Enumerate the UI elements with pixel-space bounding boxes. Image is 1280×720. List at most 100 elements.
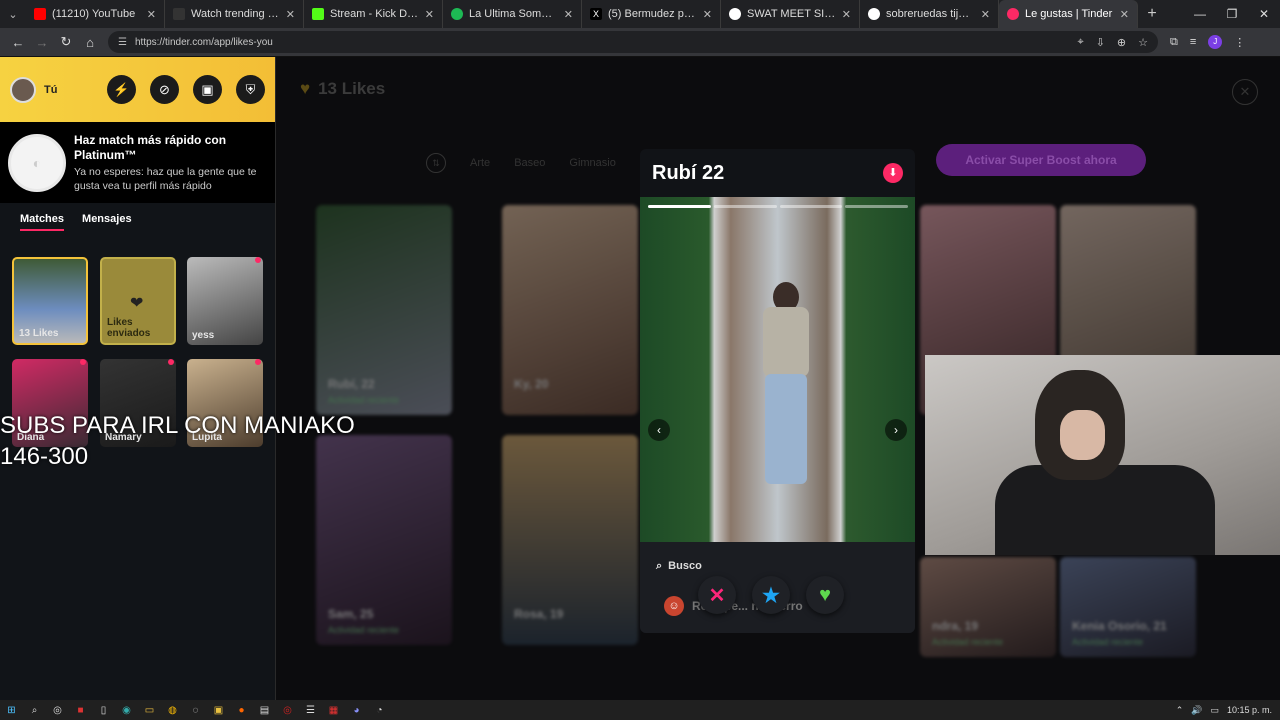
back-icon[interactable]: ←: [6, 35, 30, 50]
site-info-icon[interactable]: ☰: [118, 37, 127, 48]
menu-icon[interactable]: ⋮: [1234, 36, 1245, 49]
app-icon[interactable]: ◎: [276, 700, 299, 720]
chevron-up-icon[interactable]: ⌃: [1176, 705, 1184, 716]
app-icon[interactable]: ☰: [299, 700, 322, 720]
unread-dot: [168, 359, 174, 365]
like-card[interactable]: Rosa, 19: [502, 435, 638, 645]
home-icon[interactable]: ⌂: [78, 35, 102, 50]
firefox-icon[interactable]: ●: [230, 700, 253, 720]
obs-icon[interactable]: ◌: [184, 700, 207, 720]
discord-icon[interactable]: ◕: [345, 700, 368, 720]
extensions-icon[interactable]: ⧉: [1170, 36, 1178, 49]
boost-icon[interactable]: ⚡: [107, 75, 136, 104]
nope-button[interactable]: ✕: [698, 576, 736, 614]
tile-label: Likes enviados: [107, 317, 151, 339]
app-icon[interactable]: ▤: [253, 700, 276, 720]
tab-x[interactable]: X (5) Bermudez premium / ✕: [582, 0, 721, 28]
location-icon[interactable]: ⌖: [1077, 36, 1083, 49]
app-icon[interactable]: ■: [69, 700, 92, 720]
platinum-promo[interactable]: ◐ Haz match más rápido con Platinum™ Ya …: [0, 122, 275, 203]
close-icon[interactable]: ✕: [703, 8, 712, 21]
zoom-icon[interactable]: ⊕: [1117, 36, 1126, 49]
avatar[interactable]: [10, 76, 36, 103]
tab-matches[interactable]: Matches: [20, 213, 65, 231]
profile-photo[interactable]: ‹ ›: [640, 197, 915, 542]
like-card[interactable]: ndra, 19 Actividad reciente: [920, 557, 1056, 657]
shield-icon[interactable]: ⛨: [236, 75, 265, 104]
reload-icon[interactable]: ↻: [54, 34, 78, 50]
close-icon[interactable]: ✕: [1120, 8, 1129, 21]
next-photo-icon[interactable]: ›: [885, 419, 907, 441]
briefcase-icon[interactable]: ▣: [193, 75, 222, 104]
maximize-icon[interactable]: ❐: [1216, 0, 1248, 28]
card-name: Sam, 25: [328, 607, 374, 621]
url-input[interactable]: ☰ https://tinder.com/app/likes-you ⌖ ⇩ ⊕…: [108, 31, 1158, 53]
extensions-area: ⧉ ≡ J ⋮: [1170, 35, 1245, 49]
tab-kick[interactable]: Stream - Kick Dashboard ✕: [304, 0, 443, 28]
steam-icon[interactable]: ◎: [46, 700, 69, 720]
card-status: Actividad reciente: [932, 637, 1004, 647]
close-icon[interactable]: ✕: [147, 8, 156, 21]
tab-search-icon[interactable]: ⌄: [0, 0, 26, 28]
filter-chip[interactable]: Baseo: [514, 157, 545, 169]
close-icon[interactable]: ✕: [286, 8, 295, 21]
install-icon[interactable]: ⇩: [1096, 36, 1105, 49]
filter-icon[interactable]: ⇅: [426, 153, 446, 173]
folder-icon[interactable]: ▭: [138, 700, 161, 720]
chrome-icon[interactable]: ◍: [161, 700, 184, 720]
forward-icon[interactable]: →: [30, 35, 54, 50]
tab-google-sobreruedas[interactable]: sobreruedas tijuana - Bus ✕: [860, 0, 999, 28]
bookmark-star-icon[interactable]: ☆: [1138, 36, 1148, 49]
taskbar: ⊞ ⌕ ◎ ■ ▯ ◉ ▭ ◍ ◌ ▣ ● ▤ ◎ ☰ ▦ ◕ ◔ ⌃ 🔊 ▭ …: [0, 700, 1280, 720]
super-like-button[interactable]: ★: [752, 576, 790, 614]
likes-tile[interactable]: 13 Likes: [12, 257, 88, 345]
close-window-icon[interactable]: ✕: [1248, 0, 1280, 28]
edge-icon[interactable]: ◉: [115, 700, 138, 720]
profile-card: Rubí 22 ⬇ ‹ › ⌕ Busco ☺ Re..., pe... no …: [640, 149, 915, 633]
search-icon[interactable]: ⌕: [23, 700, 46, 720]
omnibox-tools: ⌖ ⇩ ⊕ ☆: [1077, 36, 1148, 49]
like-card[interactable]: Kenia Osorio, 21 Actividad reciente: [1060, 557, 1196, 657]
like-card[interactable]: Rubí, 22 Actividad reciente: [316, 205, 452, 415]
super-boost-button[interactable]: Activar Super Boost ahora: [936, 144, 1146, 176]
explore-icon[interactable]: ⊘: [150, 75, 179, 104]
tab-youtube[interactable]: (11210) YouTube ✕: [26, 0, 165, 28]
profile-avatar[interactable]: J: [1208, 35, 1223, 49]
card-name: Rubí, 22: [328, 377, 375, 391]
close-icon[interactable]: ✕: [425, 8, 434, 21]
tab-google-swat[interactable]: SWAT MEET SIGLO 21 - B ✕: [721, 0, 860, 28]
tile-label: 13 Likes: [19, 328, 59, 339]
close-icon[interactable]: ✕: [842, 8, 851, 21]
filter-chip[interactable]: Gimnasio: [569, 157, 615, 169]
like-card[interactable]: Ky, 20: [502, 205, 638, 415]
close-icon[interactable]: ✕: [981, 8, 990, 21]
like-button[interactable]: ♥: [806, 576, 844, 614]
tab-spotify[interactable]: La Ultima Sombra • G ✕: [443, 0, 582, 28]
file-icon[interactable]: ▯: [92, 700, 115, 720]
filter-chip[interactable]: Arte: [470, 157, 490, 169]
sidebar-tabs: Matches Mensajes: [0, 203, 275, 231]
tab-tinder[interactable]: Le gustas | Tinder ✕: [999, 0, 1138, 28]
close-icon[interactable]: ✕: [564, 8, 573, 21]
app-icon[interactable]: ◔: [368, 700, 391, 720]
new-tab-button[interactable]: +: [1138, 5, 1166, 23]
windows-start-icon[interactable]: ⊞: [0, 700, 23, 720]
collapse-arrow-icon[interactable]: ⬇: [883, 163, 903, 183]
minimize-icon[interactable]: —: [1184, 0, 1216, 28]
sidebar-header: Tú ⚡ ⊘ ▣ ⛨: [0, 57, 275, 122]
network-icon[interactable]: ▭: [1210, 705, 1219, 716]
match-tile[interactable]: yess: [187, 257, 263, 345]
close-icon[interactable]: ✕: [1232, 79, 1258, 105]
google-icon: [868, 8, 880, 20]
card-status: Actividad reciente: [1072, 637, 1144, 647]
app-icon[interactable]: ▦: [322, 700, 345, 720]
tab-tiktok[interactable]: Watch trending videos fo ✕: [165, 0, 304, 28]
previous-photo-icon[interactable]: ‹: [648, 419, 670, 441]
clock[interactable]: 10:15 p. m.: [1227, 705, 1272, 715]
media-icon[interactable]: ≡: [1190, 36, 1196, 48]
volume-icon[interactable]: 🔊: [1191, 705, 1202, 716]
tab-messages[interactable]: Mensajes: [82, 213, 132, 231]
app-icon[interactable]: ▣: [207, 700, 230, 720]
profile-label[interactable]: Tú: [44, 84, 57, 96]
likes-sent-tile[interactable]: ❤ Likes enviados: [100, 257, 176, 345]
